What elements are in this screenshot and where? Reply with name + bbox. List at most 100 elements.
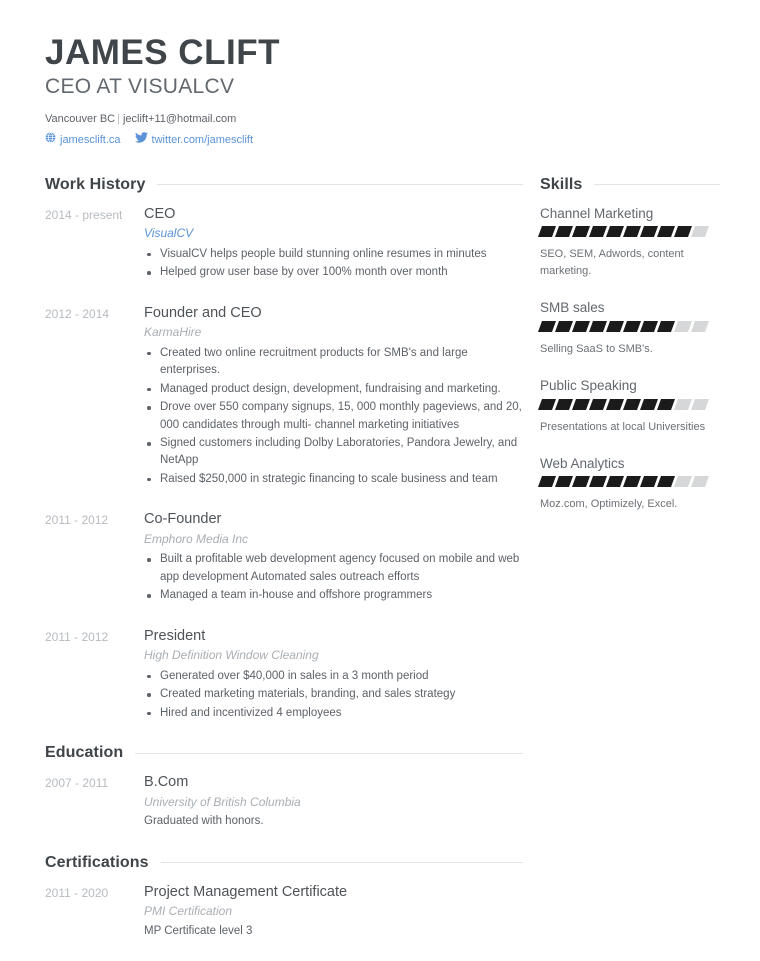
entry-bullet: Drove over 550 company signups, 15, 000 … bbox=[144, 399, 523, 434]
entry-bullet: Managed product design, development, fun… bbox=[144, 381, 523, 398]
resume-entry: 2011 - 2012 President High Definition Wind… bbox=[45, 627, 523, 722]
section-header: Certifications bbox=[45, 854, 523, 872]
entry-note: Graduated with honors. bbox=[144, 815, 264, 828]
entry-organization: VisualCV bbox=[144, 226, 194, 241]
resume-page: JAMES CLIFT CEO AT VISUALCV Vancouver BC… bbox=[0, 0, 760, 960]
entry-title: Project Management Certificate bbox=[144, 883, 348, 900]
rating-pip-filled bbox=[656, 226, 676, 238]
entry-organization: KarmaHire bbox=[144, 325, 202, 340]
entry-date: 2011 - 2012 bbox=[45, 513, 109, 528]
entry-bullet: Created marketing materials, branding, a… bbox=[144, 686, 523, 703]
skill-item: Channel Marketing SEO, SEM, Adwords, cont… bbox=[537, 205, 720, 281]
rating-pip-filled bbox=[537, 476, 557, 488]
entry-title: CEO bbox=[144, 205, 176, 222]
rating-pip-filled bbox=[571, 476, 591, 488]
rating-pip-empty bbox=[690, 476, 710, 488]
section-skills: Skills Channel Marketing SEO, SEM, Adword… bbox=[537, 176, 720, 513]
resume-entry: 2012 - 2014 Founder and CEO KarmaHire Creat… bbox=[45, 304, 523, 489]
rating-pip-empty bbox=[673, 398, 693, 410]
skill-list: Channel Marketing SEO, SEM, Adwords, cont… bbox=[537, 205, 720, 513]
globe-icon bbox=[45, 132, 56, 149]
rating-pip-filled bbox=[605, 398, 625, 410]
rating-pip-filled bbox=[554, 226, 574, 238]
rating-pip-empty bbox=[673, 476, 693, 488]
entry-date: 2007 - 2011 bbox=[45, 776, 109, 791]
rating-pip-filled bbox=[622, 321, 642, 333]
resume-entry: 2011 - 2020 Project Management Certificat… bbox=[45, 883, 523, 940]
entry-bullet: Raised $250,000 in strategic financing t… bbox=[144, 471, 523, 488]
entry-bullet-list: VisualCV helps people build stunning onl… bbox=[144, 246, 523, 282]
skill-description: Moz.com, Optimizely, Excel. bbox=[540, 498, 678, 511]
rating-pip-empty bbox=[690, 398, 710, 410]
entry-bullet: Created two online recruitment products … bbox=[144, 345, 523, 380]
section-divider bbox=[135, 752, 523, 754]
rating-pip-empty bbox=[690, 321, 710, 333]
education-entry-list: 2007 - 2011 B.Com University of British Co… bbox=[45, 773, 523, 830]
contact-email: jeclift+11@hotmail.com bbox=[122, 112, 237, 125]
rating-pip-empty bbox=[673, 321, 693, 333]
rating-pip-filled bbox=[605, 226, 625, 238]
skill-rating-bar bbox=[537, 226, 720, 238]
skill-rating-bar bbox=[537, 476, 720, 488]
rating-pip-filled bbox=[639, 398, 659, 410]
entry-title: B.Com bbox=[144, 774, 189, 791]
rating-pip-filled bbox=[622, 398, 642, 410]
entry-body: Project Management Certificate PMI Certif… bbox=[144, 883, 523, 940]
rating-pip-filled bbox=[554, 398, 574, 410]
section-divider bbox=[160, 862, 523, 864]
entry-bullet: Managed a team in-house and offshore pro… bbox=[144, 587, 523, 604]
rating-pip-filled bbox=[588, 476, 608, 488]
candidate-headline: CEO AT VISUALCV bbox=[45, 74, 235, 98]
rating-pip-empty bbox=[690, 226, 710, 238]
rating-pip-filled bbox=[571, 226, 591, 238]
section-header: Skills bbox=[540, 176, 720, 194]
section-title: Education bbox=[45, 744, 124, 762]
rating-pip-filled bbox=[588, 226, 608, 238]
entry-bullet-list: Generated over $40,000 in sales in a 3 m… bbox=[144, 668, 523, 722]
resume-entry: 2007 - 2011 B.Com University of British Co… bbox=[45, 773, 523, 830]
skill-name: Web Analytics bbox=[540, 455, 625, 471]
rating-pip-filled bbox=[537, 398, 557, 410]
rating-pip-filled bbox=[537, 321, 557, 333]
entry-bullet: Helped grow user base by over 100% month… bbox=[144, 264, 523, 281]
rating-pip-filled bbox=[622, 226, 642, 238]
skill-rating-bar bbox=[537, 321, 720, 333]
rating-pip-filled bbox=[639, 476, 659, 488]
website-link[interactable]: jamesclift.ca bbox=[60, 132, 121, 149]
rating-pip-filled bbox=[656, 321, 676, 333]
entry-bullet-list: Created two online recruitment products … bbox=[144, 345, 523, 489]
rating-pip-filled bbox=[622, 476, 642, 488]
entry-note: MP Certificate level 3 bbox=[144, 924, 253, 937]
entry-body: Co-Founder Emphoro Media Inc Built a profi… bbox=[144, 510, 523, 604]
entry-date: 2012 - 2014 bbox=[45, 306, 110, 321]
twitter-link[interactable]: twitter.com/jamesclift bbox=[152, 132, 253, 149]
entry-bullet: Hired and incentivized 4 employees bbox=[144, 705, 523, 722]
skill-description: SEO, SEM, Adwords, content marketing. bbox=[540, 248, 684, 278]
rating-pip-filled bbox=[656, 398, 676, 410]
entry-date: 2011 - 2012 bbox=[45, 629, 109, 644]
rating-pip-filled bbox=[605, 476, 625, 488]
section-education: Education 2007 - 2011 B.Com University of … bbox=[45, 744, 523, 830]
rating-pip-filled bbox=[656, 476, 676, 488]
section-title: Work History bbox=[45, 175, 146, 193]
rating-pip-filled bbox=[588, 398, 608, 410]
skill-description: Selling SaaS to SMB's. bbox=[540, 343, 653, 356]
entry-body: President High Definition Window Cleaning… bbox=[144, 627, 523, 722]
section-header: Work History bbox=[45, 176, 523, 194]
entry-title: Founder and CEO bbox=[144, 304, 262, 321]
contact-row-links: jamesclift.ca twitter.com/jamesclift bbox=[45, 132, 718, 149]
rating-pip-filled bbox=[639, 226, 659, 238]
contact-row-primary: Vancouver BC | jeclift+11@hotmail.com bbox=[45, 112, 718, 127]
skill-rating-bar bbox=[537, 398, 720, 410]
candidate-name: JAMES CLIFT bbox=[45, 33, 280, 72]
section-work-history: Work History 2014 - present CEO VisualCV Vi… bbox=[45, 176, 523, 722]
contact-location: Vancouver BC bbox=[45, 112, 116, 125]
rating-pip-filled bbox=[639, 321, 659, 333]
contact-separator: | bbox=[117, 112, 120, 125]
resume-entry: 2011 - 2012 Co-Founder Emphoro Media Inc Bu… bbox=[45, 510, 523, 604]
skill-name: Channel Marketing bbox=[540, 205, 654, 221]
skill-item: SMB sales Selling SaaS to SMB's. bbox=[537, 299, 720, 358]
rating-pip-filled bbox=[588, 321, 608, 333]
section-header: Education bbox=[45, 744, 523, 762]
resume-body: Work History 2014 - present CEO VisualCV Vi… bbox=[45, 176, 720, 961]
